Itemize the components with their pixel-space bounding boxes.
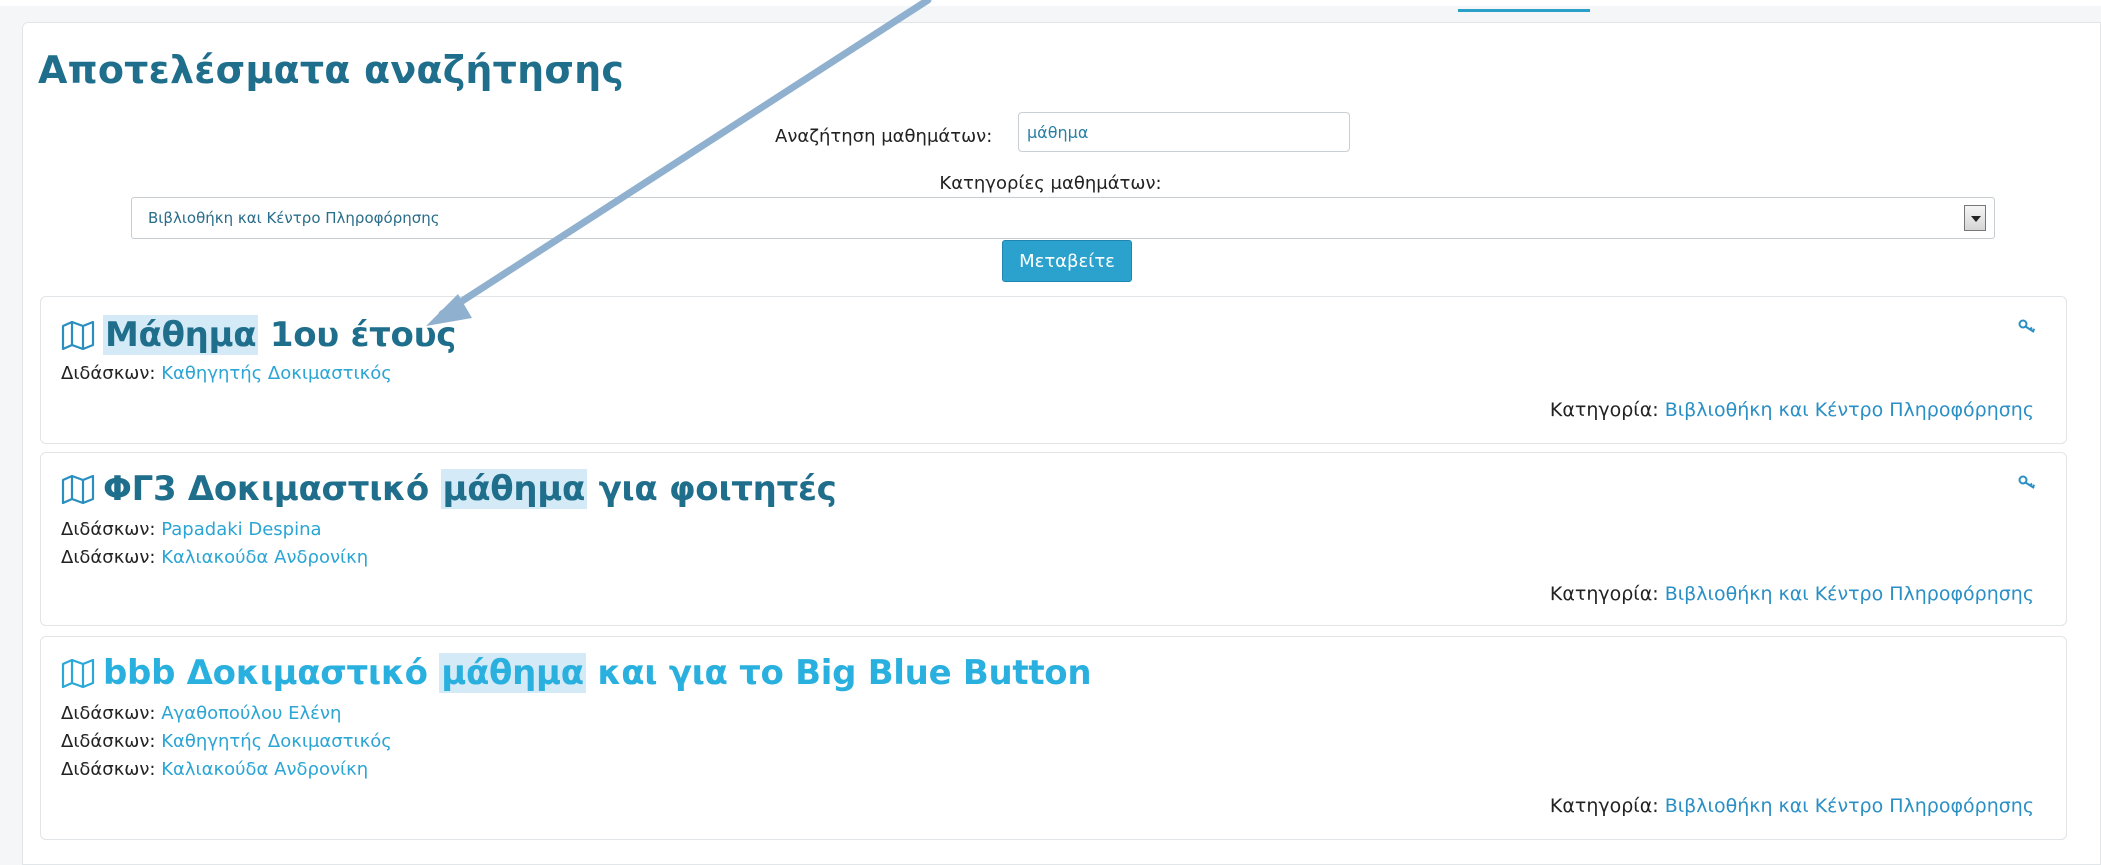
teacher-link[interactable]: Καλιακούδα Ανδρονίκη [161,759,368,780]
map-icon [61,319,95,359]
teacher-line: Διδάσκων: Καλιακούδα Ανδρονίκη [61,547,368,568]
teacher-line: Διδάσκων: Καθηγητής Δοκιμαστικός [61,363,392,384]
teacher-label: Διδάσκων: [61,703,156,724]
course-card: ΦΓ3 Δοκιμαστικό μάθημα για φοιτητές Διδά… [40,452,2067,626]
teacher-line: Διδάσκων: Papadaki Despina [61,519,322,540]
teacher-label: Διδάσκων: [61,759,156,780]
course-title-link[interactable]: Μάθημα 1ου έτους [61,315,456,359]
course-title-text: bbb Δοκιμαστικό [103,653,440,693]
teacher-link[interactable]: Καθηγητής Δοκιμαστικός [161,731,392,752]
teacher-label: Διδάσκων: [61,519,156,540]
teacher-label: Διδάσκων: [61,363,156,384]
category-label: Κατηγορία: [1549,399,1659,421]
key-icon [2018,319,2036,333]
category-label: Κατηγορία: [1549,795,1659,817]
course-title-text: για φοιτητές [587,469,837,509]
teacher-label: Διδάσκων: [61,731,156,752]
category-label: Κατηγορίες μαθημάτων: [939,173,1162,194]
search-input[interactable] [1018,112,1350,152]
course-title-text: 1ου έτους [258,315,457,355]
category-select-value: Βιβλιοθήκη και Κέντρο Πληροφόρησης [148,209,440,227]
key-icon [2018,475,2036,489]
course-title-link[interactable]: bbb Δοκιμαστικό μάθημα και για το Big Bl… [61,653,1092,697]
category-line: Κατηγορία: Βιβλιοθήκη και Κέντρο Πληροφό… [1550,399,2034,421]
teacher-line: Διδάσκων: Καλιακούδα Ανδρονίκη [61,759,368,780]
teacher-line: Διδάσκων: Καθηγητής Δοκιμαστικός [61,731,392,752]
chevron-down-icon[interactable] [1964,205,1986,231]
category-link[interactable]: Βιβλιοθήκη και Κέντρο Πληροφόρησης [1665,399,2034,421]
teacher-line: Διδάσκων: Αγαθοπούλου Ελένη [61,703,341,724]
map-icon [61,657,95,697]
category-link[interactable]: Βιβλιοθήκη και Κέντρο Πληροφόρησης [1665,795,2034,817]
submit-button[interactable]: Μεταβείτε [1002,240,1132,282]
active-tab-indicator[interactable] [1458,0,1590,12]
category-label: Κατηγορία: [1549,583,1659,605]
search-row: Αναζήτηση μαθημάτων: [0,112,2101,156]
course-title-text: και για το Big Blue Button [585,653,1092,693]
page-title: Αποτελέσματα αναζήτησης [38,48,625,92]
teacher-label: Διδάσκων: [61,547,156,568]
category-line: Κατηγορία: Βιβλιοθήκη και Κέντρο Πληροφό… [1550,795,2034,817]
teacher-link[interactable]: Καλιακούδα Ανδρονίκη [161,547,368,568]
category-link[interactable]: Βιβλιοθήκη και Κέντρο Πληροφόρησης [1665,583,2034,605]
course-title-link[interactable]: ΦΓ3 Δοκιμαστικό μάθημα για φοιτητές [61,469,837,513]
search-term-highlight: μάθημα [440,469,588,509]
map-icon [61,473,95,513]
top-bar [0,0,2101,6]
course-title-text: ΦΓ3 Δοκιμαστικό [103,469,441,509]
category-select[interactable]: Βιβλιοθήκη και Κέντρο Πληροφόρησης [131,197,1995,239]
teacher-link[interactable]: Papadaki Despina [161,519,321,540]
category-line: Κατηγορία: Βιβλιοθήκη και Κέντρο Πληροφό… [1550,583,2034,605]
search-term-highlight: μάθημα [439,653,586,693]
course-card: Μάθημα 1ου έτους Διδάσκων: Καθηγητής Δοκ… [40,296,2067,444]
course-card: bbb Δοκιμαστικό μάθημα και για το Big Bl… [40,636,2067,840]
teacher-link[interactable]: Καθηγητής Δοκιμαστικός [161,363,392,384]
teacher-link[interactable]: Αγαθοπούλου Ελένη [161,703,341,724]
search-label: Αναζήτηση μαθημάτων: [775,126,993,147]
search-term-highlight: Μάθημα [103,315,259,355]
